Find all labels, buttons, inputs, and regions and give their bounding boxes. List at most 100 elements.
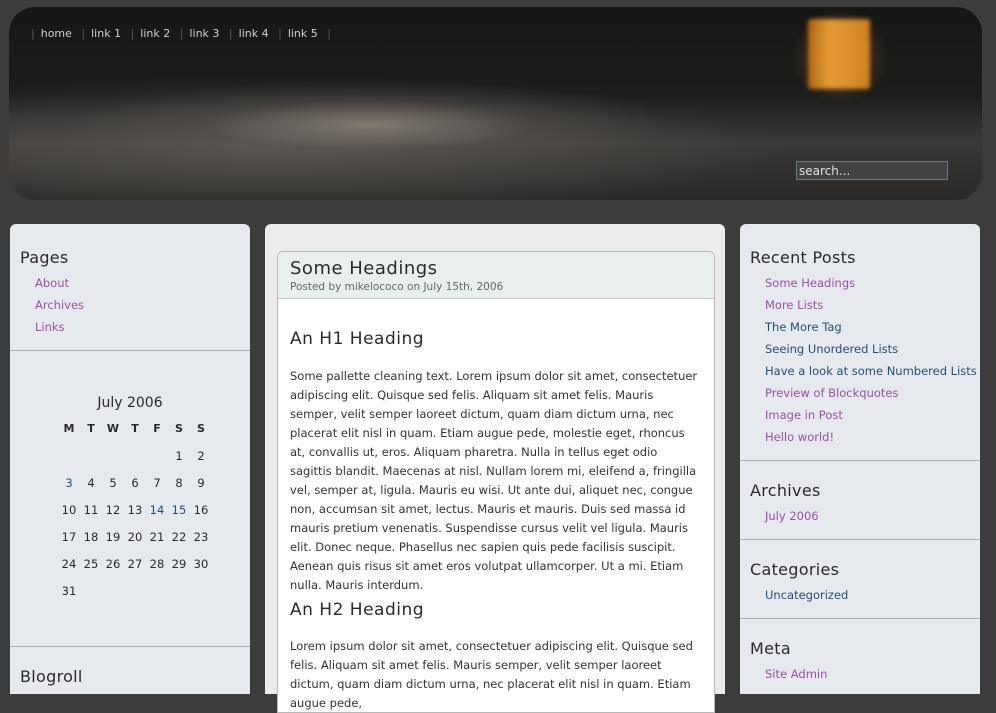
calendar-day: 24: [61, 557, 77, 571]
calendar-day: 21: [149, 530, 165, 544]
nav-link-5[interactable]: link 5: [288, 27, 318, 40]
pages-heading: Pages: [20, 248, 69, 267]
calendar-day: 13: [127, 503, 143, 517]
nav-link-4[interactable]: link 4: [239, 27, 269, 40]
archive-link[interactable]: July 2006: [750, 505, 819, 527]
post-paragraph: Lorem ipsum dolor sit amet, consectetuer…: [290, 639, 693, 710]
recent-post-link[interactable]: Image in Post: [750, 404, 977, 426]
calendar-day: 4: [87, 476, 95, 490]
pages-list: About Archives Links: [20, 272, 84, 338]
calendar-day: 31: [61, 584, 77, 598]
recent-post-link[interactable]: Seeing Unordered Lists: [750, 338, 977, 360]
calendar-day[interactable]: 15: [168, 503, 190, 517]
sidebar-divider: [740, 618, 980, 619]
nav-separator: |: [81, 27, 86, 40]
calendar-day: 1: [175, 449, 183, 463]
calendar-day: [58, 449, 80, 463]
recent-post-link[interactable]: Hello world!: [750, 426, 977, 448]
weekday-label: T: [87, 422, 95, 435]
calendar-day: 20: [127, 530, 143, 544]
calendar-day: 23: [193, 530, 209, 544]
weekday-label: M: [63, 422, 75, 435]
nav-separator: |: [179, 27, 184, 40]
nav-link-home[interactable]: home: [41, 27, 72, 40]
calendar-day: 10: [61, 503, 77, 517]
calendar-day: [80, 449, 102, 463]
nav-separator: |: [327, 27, 331, 40]
category-link[interactable]: Uncategorized: [750, 584, 848, 606]
calendar-day: 19: [105, 530, 121, 544]
calendar-day: 5: [109, 476, 117, 490]
page-link-archives[interactable]: Archives: [20, 294, 84, 316]
post-h1-heading: An H1 Heading: [290, 329, 425, 349]
blogroll-heading: Blogroll: [20, 667, 83, 686]
calendar-day: [124, 449, 146, 463]
weekday-label: S: [175, 422, 183, 435]
calendar-week-row: 3456789: [58, 476, 218, 490]
calendar-day: [80, 584, 102, 598]
post-paragraph: Some pallette cleaning text. Lorem ipsum…: [290, 369, 698, 592]
weekday-label: T: [131, 422, 139, 435]
recent-post-link[interactable]: Preview of Blockquotes: [750, 382, 977, 404]
categories-list: Uncategorized: [750, 584, 848, 606]
nav-separator: |: [130, 27, 135, 40]
weekday-label: W: [106, 422, 120, 435]
post-meta: Posted by mikelococo on July 15th, 2006: [290, 281, 504, 293]
recent-posts-heading: Recent Posts: [750, 248, 856, 267]
calendar-day: 8: [175, 476, 183, 490]
archives-list: July 2006: [750, 505, 819, 527]
calendar-day: 18: [83, 530, 99, 544]
page-link-links[interactable]: Links: [20, 316, 84, 338]
meta-heading: Meta: [750, 639, 791, 658]
sidebar-divider: [740, 539, 980, 540]
nav-link-1[interactable]: link 1: [91, 27, 121, 40]
calendar-day: [124, 584, 146, 598]
calendar-week-row: 31: [58, 584, 218, 598]
post-title[interactable]: Some Headings: [290, 252, 714, 279]
sidebar-divider: [10, 350, 250, 351]
meta-link-site-admin[interactable]: Site Admin: [750, 663, 827, 685]
header-image-lit-window: [790, 9, 890, 104]
post-h2-heading: An H2 Heading: [290, 600, 425, 620]
calendar-day: [102, 449, 124, 463]
post: Some Headings Posted by mikelococo on Ju…: [277, 251, 715, 713]
calendar-day: 22: [171, 530, 187, 544]
calendar-week-row: 12: [58, 449, 218, 463]
left-sidebar: Pages About Archives Links July 2006 M T…: [10, 224, 250, 694]
search-input[interactable]: [796, 161, 948, 180]
nav-link-3[interactable]: link 3: [189, 27, 219, 40]
calendar-day: 6: [131, 476, 139, 490]
categories-heading: Categories: [750, 560, 840, 579]
recent-post-link[interactable]: Some Headings: [750, 272, 977, 294]
page-link-about[interactable]: About: [20, 272, 84, 294]
calendar-day: 26: [105, 557, 121, 571]
nav-separator: |: [31, 27, 35, 40]
recent-post-link[interactable]: Have a look at some Numbered Lists: [750, 360, 977, 382]
calendar-day: 28: [149, 557, 165, 571]
calendar-day[interactable]: 3: [58, 476, 80, 490]
calendar-day: [146, 584, 168, 598]
calendar-day: 27: [127, 557, 143, 571]
recent-post-link[interactable]: More Lists: [750, 294, 977, 316]
weekday-label: F: [153, 422, 161, 435]
nav-separator: |: [228, 27, 233, 40]
calendar-day: [102, 584, 124, 598]
meta-list: Site Admin: [750, 663, 827, 685]
sidebar-divider: [10, 646, 250, 647]
calendar-day: 2: [197, 449, 205, 463]
calendar-day[interactable]: 14: [146, 503, 168, 517]
calendar-day: 12: [105, 503, 121, 517]
calendar-day: 30: [193, 557, 209, 571]
main-content: Some Headings Posted by mikelococo on Ju…: [265, 224, 725, 713]
recent-post-link[interactable]: The More Tag: [750, 316, 977, 338]
calendar-day: [146, 449, 168, 463]
calendar-weekday-header: M T W T F S S: [58, 422, 218, 435]
right-sidebar: Recent Posts Some Headings More Lists The …: [740, 224, 980, 694]
nav-link-2[interactable]: link 2: [140, 27, 170, 40]
calendar-week-row: 10 11 12 13 14 15 16: [58, 503, 218, 517]
calendar-day: 11: [83, 503, 99, 517]
calendar-week-row: 17 18 19 20 21 22 23: [58, 530, 218, 544]
post-header: Some Headings Posted by mikelococo on Ju…: [278, 252, 714, 299]
site-header: | home | link 1 | link 2 | link 3 | link 4 | l…: [9, 7, 982, 200]
calendar-day: 9: [197, 476, 205, 490]
